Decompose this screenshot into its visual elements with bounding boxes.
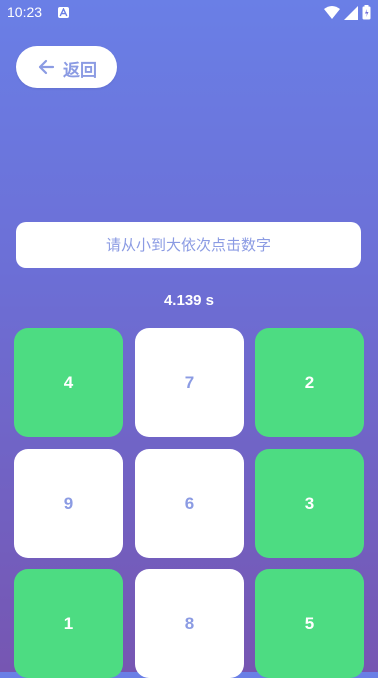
number-tile[interactable]: 8 <box>135 569 244 678</box>
number-tile[interactable]: 4 <box>14 328 123 437</box>
number-grid: 4 7 2 9 6 3 1 8 5 <box>0 0 378 678</box>
number-tile[interactable]: 9 <box>14 449 123 558</box>
number-tile[interactable]: 3 <box>255 449 364 558</box>
number-tile[interactable]: 6 <box>135 449 244 558</box>
number-tile[interactable]: 5 <box>255 569 364 678</box>
number-tile[interactable]: 1 <box>14 569 123 678</box>
number-tile[interactable]: 2 <box>255 328 364 437</box>
number-tile[interactable]: 7 <box>135 328 244 437</box>
